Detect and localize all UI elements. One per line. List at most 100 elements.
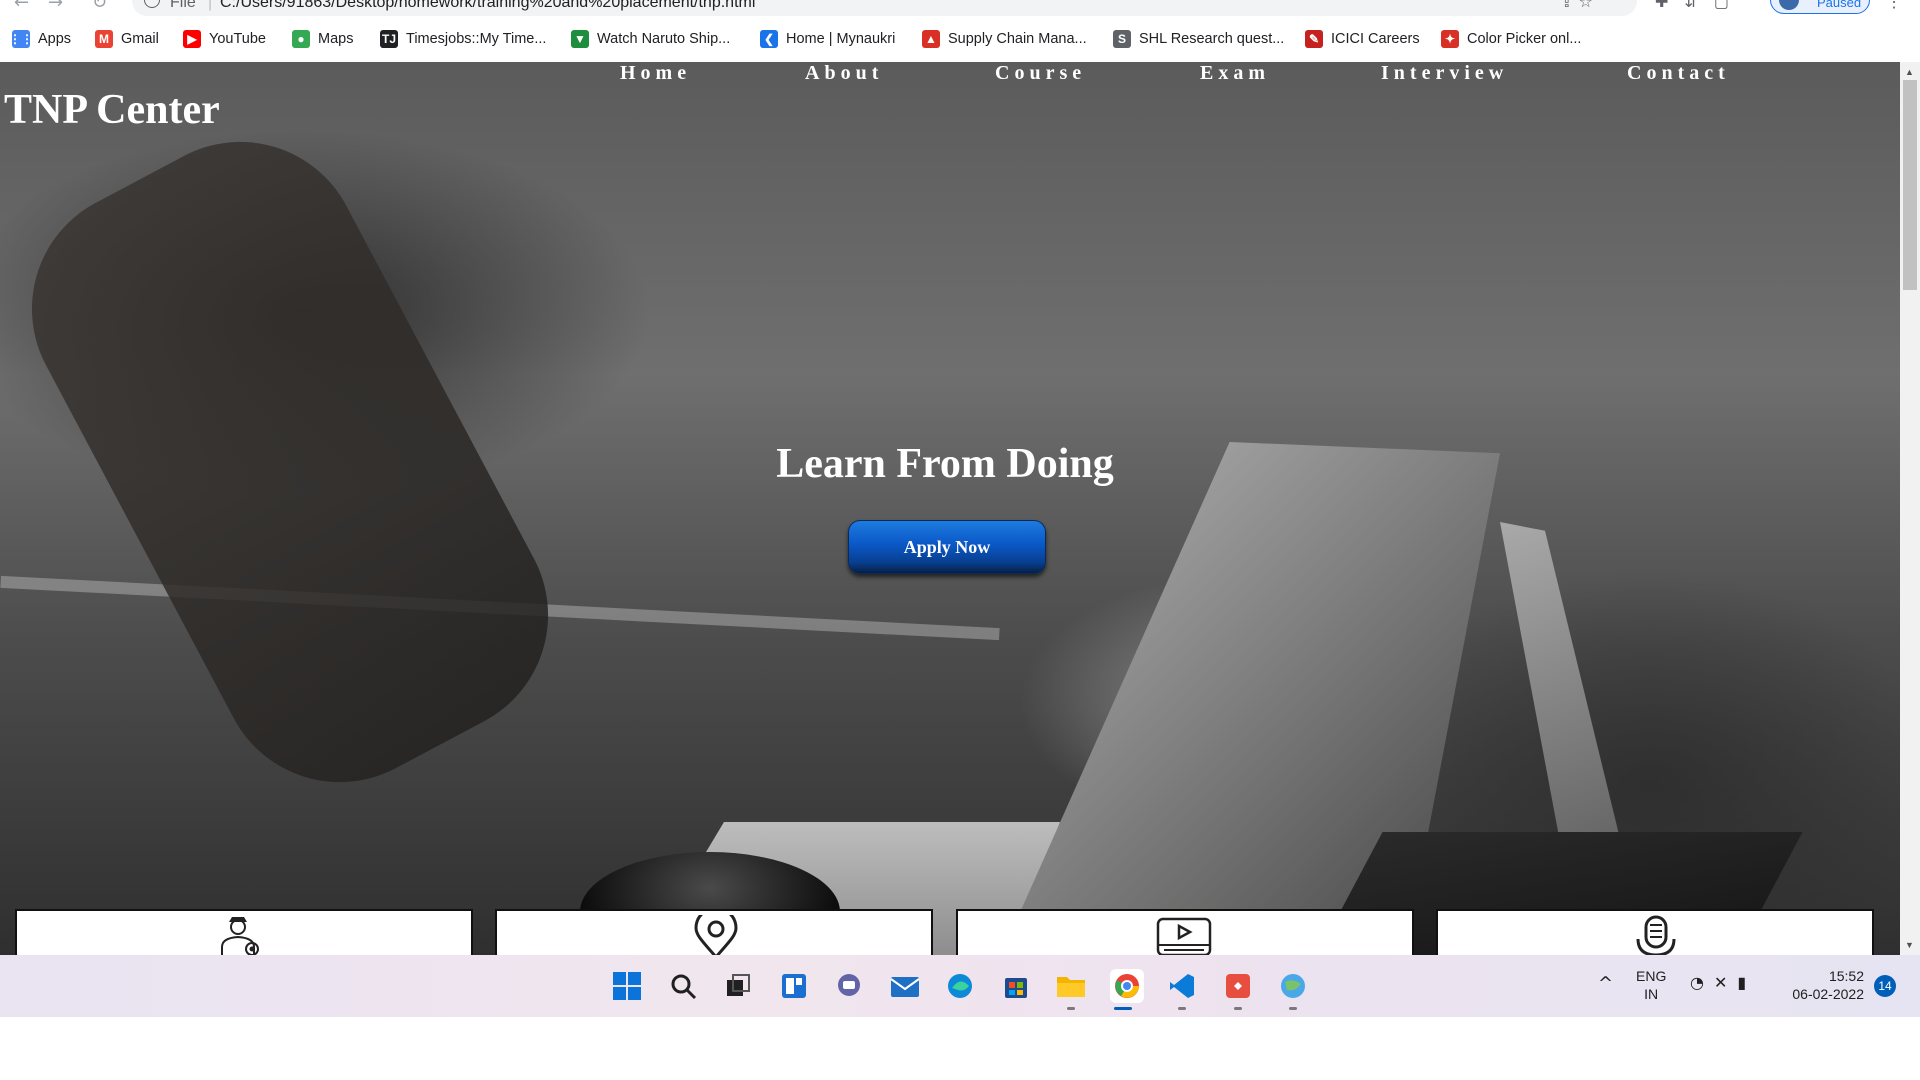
apps-grid-icon: ⋮⋮ (9, 30, 33, 48)
gmail-icon: M (95, 30, 113, 48)
edge-icon[interactable] (943, 969, 977, 1003)
feature-card[interactable] (495, 909, 933, 955)
bookmark-label: Maps (318, 31, 354, 47)
language-indicator[interactable]: ENG IN (1636, 967, 1666, 1003)
chrome-icon[interactable] (1109, 969, 1144, 1003)
bookmark-label: Gmail (121, 31, 159, 47)
clock[interactable]: 15:52 06-02-2022 (1778, 967, 1864, 1003)
shl-icon: S (1113, 30, 1131, 48)
maps-pin-icon: ● (292, 30, 310, 48)
running-indicator (1289, 1007, 1297, 1010)
bookmark-item[interactable]: ▲ Supply Chain Mana... (922, 30, 1087, 48)
bookmark-label: Timesjobs::My Time... (406, 31, 547, 47)
file-explorer-icon[interactable] (1054, 969, 1088, 1003)
arm-shape (0, 99, 591, 825)
url-scheme: File (170, 0, 196, 11)
nav-home[interactable]: Home (620, 62, 691, 85)
more-menu-icon[interactable]: ⋮ (1886, 0, 1902, 12)
nav-course[interactable]: Course (995, 62, 1086, 85)
profile-button[interactable]: Paused (1770, 0, 1870, 14)
task-view-icon[interactable] (721, 969, 755, 1003)
bookmark-item[interactable]: ● Maps (292, 30, 353, 48)
region-code: IN (1644, 986, 1659, 1002)
url-separator: | (208, 0, 213, 11)
bookmark-item[interactable]: ⋮⋮ Apps (9, 30, 72, 48)
git-gui-icon[interactable] (1221, 969, 1255, 1003)
browser-chrome: ← → ↻ File | C:/Users/91863/Desktop/home… (0, 0, 1920, 62)
scroll-up-icon[interactable]: ▲ (1905, 67, 1914, 77)
running-indicator (1067, 1007, 1075, 1010)
store-icon[interactable] (999, 969, 1033, 1003)
bookmarks-bar: ⋮⋮ Apps M Gmail ▶ YouTube ● Maps TJ Timesjobs::My… (0, 24, 1920, 54)
reload-icon[interactable]: ↻ (92, 0, 107, 13)
wifi-volume-battery-icons[interactable]: ◔✕▮ (1690, 973, 1756, 992)
nav-interview[interactable]: Interview (1381, 62, 1508, 85)
microphone-icon (1636, 915, 1676, 955)
language-code: ENG (1636, 968, 1667, 984)
vscode-icon[interactable] (1165, 969, 1199, 1003)
bookmark-item[interactable]: ✦ Color Picker onl... (1441, 30, 1581, 48)
bookmark-item[interactable]: ❮ Home | Mynaukri (760, 30, 895, 48)
search-icon[interactable] (666, 969, 700, 1003)
video-player-icon (1156, 917, 1212, 955)
running-indicator (1233, 1007, 1242, 1010)
icici-icon: ✎ (1305, 30, 1323, 48)
timesjobs-icon: TJ (380, 30, 398, 48)
nav-exam[interactable]: Exam (1200, 62, 1270, 85)
active-app-indicator (1114, 1007, 1132, 1010)
address-row: ← → ↻ File | C:/Users/91863/Desktop/home… (0, 0, 1920, 20)
teams-chat-icon[interactable] (832, 969, 866, 1003)
location-pin-icon (694, 915, 738, 955)
nav-contact[interactable]: Contact (1627, 62, 1730, 85)
bookmark-label: SHL Research quest... (1139, 31, 1285, 47)
nav-about[interactable]: About (805, 62, 883, 85)
url-text[interactable]: C:/Users/91863/Desktop/homework/training… (220, 0, 755, 12)
feature-card[interactable] (956, 909, 1414, 955)
bookmark-label: Home | Mynaukri (786, 31, 896, 47)
chevron-up-icon[interactable]: ^ (1598, 973, 1613, 994)
share-icon[interactable]: ⇪ ☆ (1560, 0, 1593, 11)
supply-chain-icon: ▲ (922, 30, 940, 48)
officer-icon (221, 917, 259, 955)
feature-card[interactable] (1436, 909, 1874, 955)
site-navigation: Home About Course Exam Interview Contact (620, 62, 1740, 86)
bookmark-item[interactable]: S SHL Research quest... (1113, 30, 1284, 48)
extensions-icon[interactable]: ✚⇵▢ (1655, 0, 1745, 11)
bookmark-item[interactable]: ▶ YouTube (183, 30, 266, 48)
bookmark-label: YouTube (209, 31, 266, 47)
bookmark-label: Watch Naruto Ship... (597, 31, 731, 47)
widgets-icon[interactable] (777, 969, 811, 1003)
time-text: 15:52 (1828, 968, 1864, 984)
feature-card[interactable] (15, 909, 473, 955)
youtube-icon: ▶ (183, 30, 201, 48)
naruto-site-icon: ▼ (571, 30, 589, 48)
network-globe-icon[interactable] (1276, 969, 1310, 1003)
bookmark-label: Supply Chain Mana... (948, 31, 1087, 47)
bookmark-label: ICICI Careers (1331, 31, 1420, 47)
profile-status: Paused (1817, 0, 1862, 10)
bookmark-item[interactable]: M Gmail (95, 30, 159, 48)
mail-icon[interactable] (888, 969, 922, 1003)
forward-icon[interactable]: → (48, 0, 63, 13)
windows-start-icon[interactable] (610, 969, 644, 1003)
bookmark-item[interactable]: TJ Timesjobs::My Time... (380, 30, 546, 48)
vertical-scrollbar[interactable]: ▲ ▼ (1900, 62, 1920, 955)
notification-badge[interactable]: 14 (1874, 975, 1896, 997)
back-icon[interactable]: ← (14, 0, 29, 13)
scroll-down-icon[interactable]: ▼ (1905, 940, 1914, 950)
site-logo[interactable]: TNP Center (4, 86, 220, 134)
apply-now-button[interactable]: Apply Now (848, 520, 1046, 574)
mynaukri-icon: ❮ (760, 30, 778, 48)
running-indicator (1178, 1007, 1186, 1010)
hero-background-image (0, 62, 1900, 955)
bookmark-label: Apps (38, 31, 72, 47)
hero-heading: Learn From Doing (776, 441, 1114, 487)
bookmark-item[interactable]: ✎ ICICI Careers (1305, 30, 1420, 48)
avatar (1779, 0, 1799, 10)
scrollbar-thumb[interactable] (1903, 80, 1917, 290)
date-text: 06-02-2022 (1792, 986, 1864, 1002)
color-picker-icon: ✦ (1441, 30, 1459, 48)
page-viewport: Home About Course Exam Interview Contact… (0, 62, 1920, 955)
bookmark-item[interactable]: ▼ Watch Naruto Ship... (571, 30, 730, 48)
windows-taskbar: ^ ENG IN ◔✕▮ 15:52 06-02-2022 14 (0, 955, 1920, 1017)
